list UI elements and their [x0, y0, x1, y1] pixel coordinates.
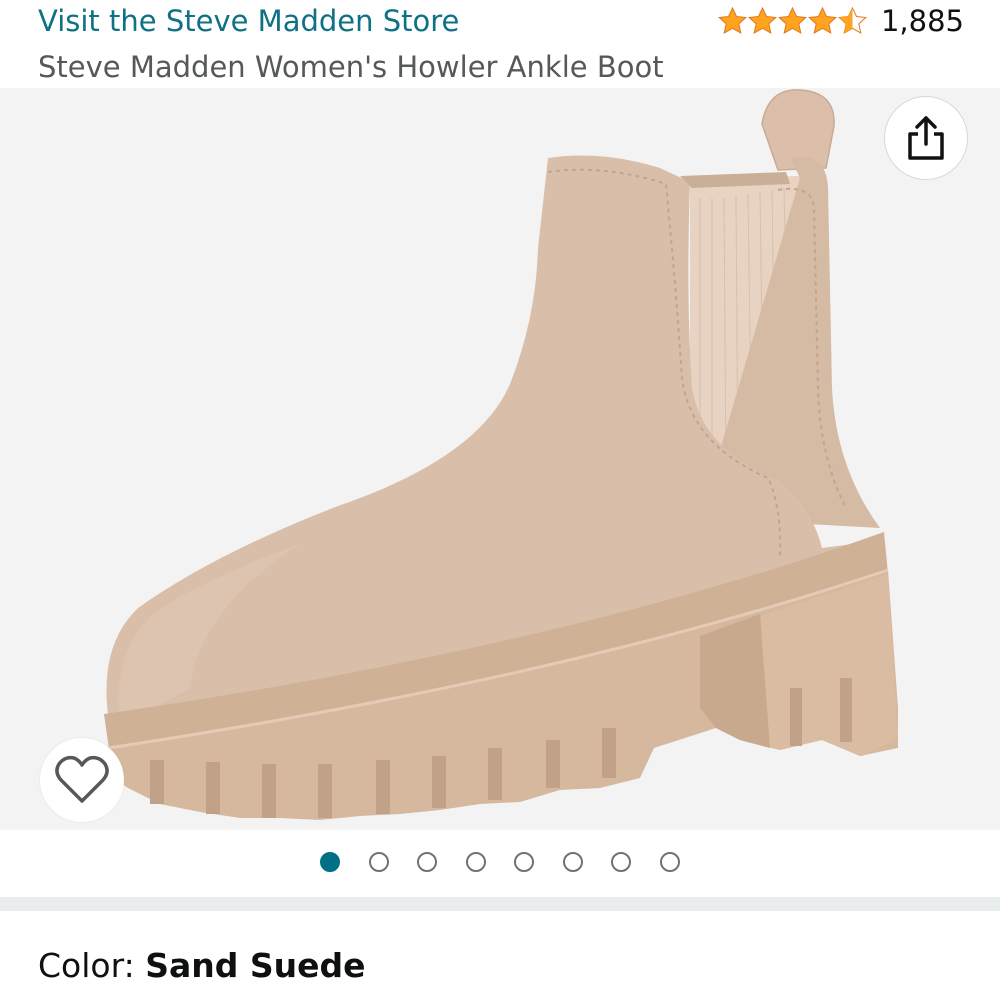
pagination-dot[interactable]	[660, 852, 680, 872]
color-selection: Color: Sand Suede	[38, 942, 365, 990]
section-divider	[0, 897, 1000, 911]
share-button[interactable]	[884, 96, 968, 180]
wishlist-button[interactable]	[40, 738, 124, 822]
pagination-dot[interactable]	[417, 852, 437, 872]
star-rating[interactable]	[717, 6, 867, 37]
color-value: Sand Suede	[145, 946, 366, 985]
pagination-dot[interactable]	[611, 852, 631, 872]
product-image[interactable]	[0, 88, 1000, 830]
pagination-dot[interactable]	[466, 852, 486, 872]
image-pagination	[0, 830, 1000, 894]
color-label: Color:	[38, 946, 146, 985]
star-icon	[717, 6, 747, 34]
star-icon	[747, 6, 777, 34]
review-count[interactable]: 1,885	[881, 2, 964, 40]
pagination-dot[interactable]	[369, 852, 389, 872]
star-icon	[777, 6, 807, 34]
share-icon	[908, 116, 944, 160]
product-header: Visit the Steve Madden Store 1,885 Steve…	[0, 0, 1000, 88]
pagination-dot-active[interactable]	[320, 852, 340, 872]
product-title: Steve Madden Women's Howler Ankle Boot	[38, 50, 664, 84]
heart-icon	[55, 755, 109, 803]
pagination-dot[interactable]	[514, 852, 534, 872]
star-icon	[807, 6, 837, 34]
product-image-gallery[interactable]	[0, 88, 1000, 830]
store-link[interactable]: Visit the Steve Madden Store	[38, 2, 459, 40]
rating-summary[interactable]: 1,885	[717, 2, 964, 40]
half-star-icon	[837, 6, 867, 34]
pagination-dot[interactable]	[563, 852, 583, 872]
